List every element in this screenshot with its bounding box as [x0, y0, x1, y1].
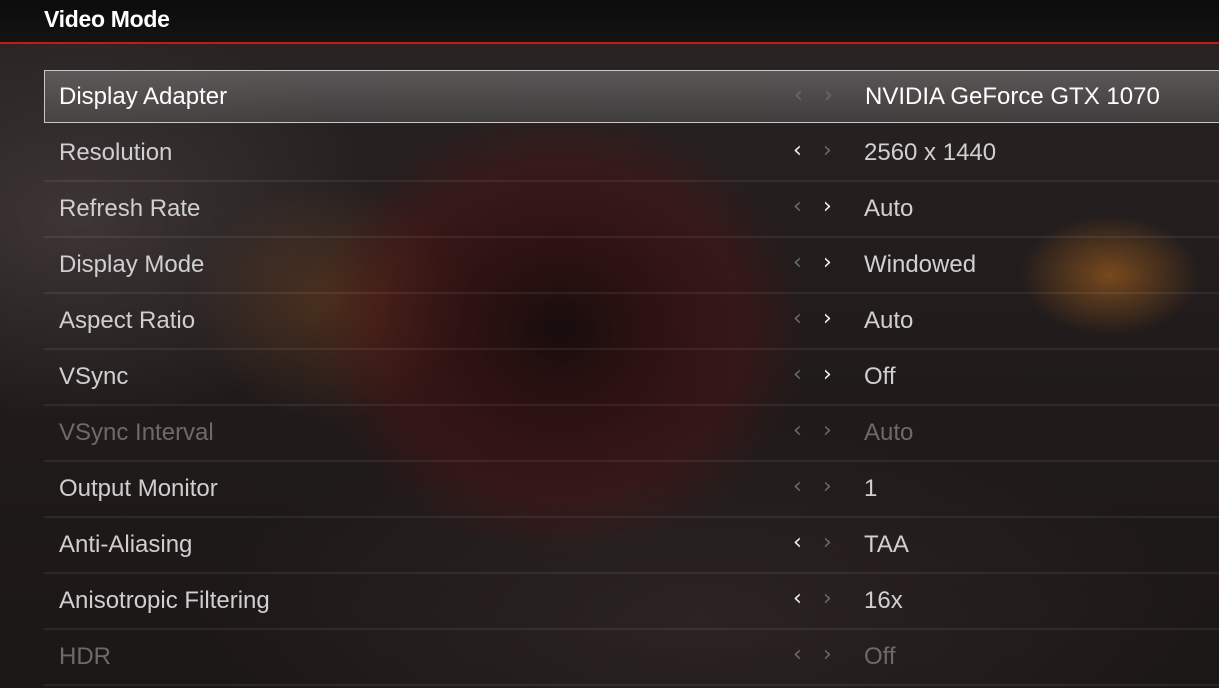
- setting-value: Auto: [864, 307, 914, 334]
- chevron-left-icon[interactable]: ‹: [793, 418, 802, 443]
- setting-row-vsync[interactable]: VSync ‹ › Off: [44, 350, 1219, 406]
- settings-list: Display Adapter ‹ › NVIDIA GeForce GTX 1070…: [44, 70, 1219, 686]
- chevron-left-icon[interactable]: ‹: [793, 138, 802, 163]
- chevron-right-icon[interactable]: ›: [823, 362, 832, 387]
- setting-label: Anti-Aliasing: [59, 531, 193, 558]
- setting-label: Anisotropic Filtering: [59, 587, 270, 614]
- setting-value: Auto: [864, 195, 914, 222]
- setting-row-anti-aliasing[interactable]: Anti-Aliasing ‹ › TAA: [44, 518, 1219, 574]
- setting-row-anisotropic-filtering[interactable]: Anisotropic Filtering ‹ › 16x: [44, 574, 1219, 630]
- chevron-right-icon[interactable]: ›: [823, 306, 832, 331]
- setting-row-refresh-rate[interactable]: Refresh Rate ‹ › Auto: [44, 182, 1219, 238]
- setting-value: TAA: [864, 531, 909, 558]
- setting-row-display-adapter[interactable]: Display Adapter ‹ › NVIDIA GeForce GTX 1070: [44, 70, 1219, 123]
- chevron-right-icon[interactable]: ›: [823, 642, 832, 667]
- chevron-right-icon[interactable]: ›: [823, 194, 832, 219]
- setting-label: Display Mode: [59, 251, 205, 278]
- chevron-left-icon[interactable]: ‹: [793, 474, 802, 499]
- setting-row-resolution[interactable]: Resolution ‹ › 2560 x 1440: [44, 126, 1219, 182]
- setting-label: HDR: [59, 643, 111, 670]
- setting-label: VSync Interval: [59, 419, 214, 446]
- setting-value: Windowed: [864, 251, 977, 278]
- section-header: Video Mode: [0, 0, 1219, 44]
- chevron-left-icon[interactable]: ‹: [793, 362, 802, 387]
- setting-value: 16x: [864, 587, 903, 614]
- setting-value: Auto: [864, 419, 914, 446]
- chevron-right-icon[interactable]: ›: [823, 138, 832, 163]
- chevron-right-icon[interactable]: ›: [823, 250, 832, 275]
- setting-row-display-mode[interactable]: Display Mode ‹ › Windowed: [44, 238, 1219, 294]
- chevron-left-icon[interactable]: ‹: [793, 250, 802, 275]
- setting-row-hdr[interactable]: HDR ‹ › Off: [44, 630, 1219, 686]
- chevron-left-icon[interactable]: ‹: [794, 83, 803, 108]
- setting-value: NVIDIA GeForce GTX 1070: [865, 83, 1160, 110]
- chevron-left-icon[interactable]: ‹: [793, 586, 802, 611]
- setting-label: VSync: [59, 363, 129, 390]
- setting-value: 2560 x 1440: [864, 139, 997, 166]
- setting-label: Output Monitor: [59, 475, 218, 502]
- chevron-left-icon[interactable]: ‹: [793, 530, 802, 555]
- chevron-left-icon[interactable]: ‹: [793, 194, 802, 219]
- chevron-right-icon[interactable]: ›: [824, 83, 833, 108]
- setting-value: Off: [864, 643, 896, 670]
- setting-row-vsync-interval[interactable]: VSync Interval ‹ › Auto: [44, 406, 1219, 462]
- page-title: Video Mode: [44, 6, 170, 32]
- chevron-right-icon[interactable]: ›: [823, 418, 832, 443]
- chevron-right-icon[interactable]: ›: [823, 474, 832, 499]
- chevron-left-icon[interactable]: ‹: [793, 306, 802, 331]
- chevron-right-icon[interactable]: ›: [823, 530, 832, 555]
- setting-value: 1: [864, 475, 878, 502]
- setting-row-output-monitor[interactable]: Output Monitor ‹ › 1: [44, 462, 1219, 518]
- setting-label: Refresh Rate: [59, 195, 201, 222]
- chevron-left-icon[interactable]: ‹: [793, 642, 802, 667]
- setting-label: Resolution: [59, 139, 173, 166]
- chevron-right-icon[interactable]: ›: [823, 586, 832, 611]
- setting-label: Display Adapter: [59, 83, 228, 110]
- setting-row-aspect-ratio[interactable]: Aspect Ratio ‹ › Auto: [44, 294, 1219, 350]
- setting-label: Aspect Ratio: [59, 307, 196, 334]
- setting-value: Off: [864, 363, 896, 390]
